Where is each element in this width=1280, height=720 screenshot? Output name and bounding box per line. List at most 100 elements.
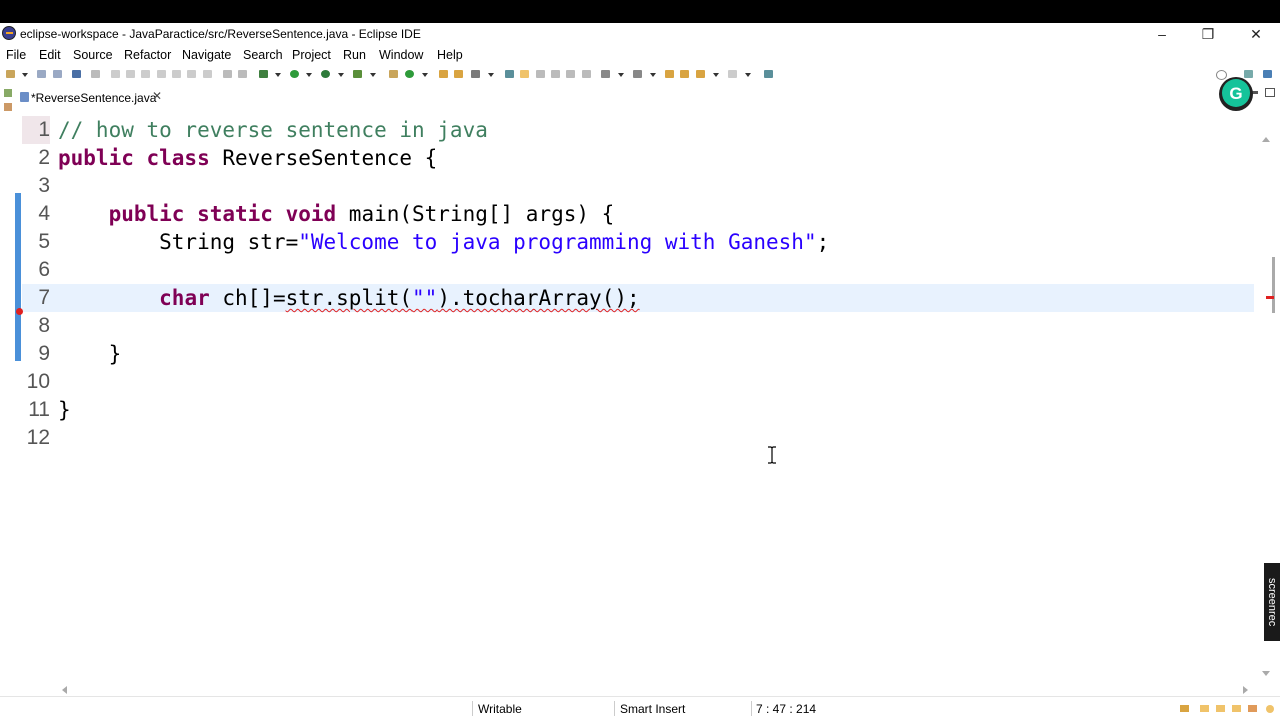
code-line[interactable]: 9 } bbox=[22, 340, 1254, 368]
back-nav-icon[interactable] bbox=[696, 70, 705, 78]
new-java-project-icon[interactable] bbox=[389, 70, 398, 78]
code-line[interactable]: 10 bbox=[22, 368, 1254, 396]
show-whitespace-icon[interactable] bbox=[566, 70, 575, 78]
tray-icon[interactable] bbox=[1232, 705, 1241, 712]
code-line[interactable]: 8 bbox=[22, 312, 1254, 340]
drop-to-frame-icon[interactable] bbox=[223, 70, 232, 78]
menu-search[interactable]: Search bbox=[243, 48, 283, 62]
back-dropdown-icon[interactable] bbox=[713, 73, 719, 77]
maximize-editor-icon[interactable] bbox=[1265, 88, 1275, 97]
tray-icon[interactable] bbox=[1248, 705, 1257, 712]
code-line[interactable]: 7 char ch[]=str.split("").tocharArray(); bbox=[22, 284, 1254, 312]
new-dropdown-icon[interactable] bbox=[22, 73, 28, 77]
disconnect-icon[interactable] bbox=[157, 70, 166, 78]
block-selection-icon[interactable] bbox=[536, 70, 545, 78]
pin-editor-icon[interactable] bbox=[764, 70, 773, 78]
code-token: ; bbox=[816, 230, 830, 254]
code-line[interactable]: 1 // how to reverse sentence in java bbox=[22, 116, 1254, 144]
forward-icon[interactable] bbox=[728, 70, 737, 78]
tray-icon[interactable] bbox=[1216, 705, 1225, 712]
minimize-button[interactable]: – bbox=[1139, 23, 1185, 45]
search-tool-icon[interactable] bbox=[471, 70, 480, 78]
save-all-icon[interactable] bbox=[53, 70, 62, 78]
menu-project[interactable]: Project bbox=[292, 48, 331, 62]
tray-icon[interactable] bbox=[1200, 705, 1209, 712]
debug-icon[interactable] bbox=[259, 70, 268, 78]
run-dropdown-icon[interactable] bbox=[306, 73, 312, 77]
error-overview-marker[interactable] bbox=[1266, 296, 1274, 299]
eclipse-logo-icon bbox=[2, 26, 16, 40]
word-wrap-icon[interactable] bbox=[551, 70, 560, 78]
open-type-icon[interactable] bbox=[439, 70, 448, 78]
forward-dropdown-icon[interactable] bbox=[745, 73, 751, 77]
new-icon[interactable] bbox=[6, 70, 15, 78]
step-into-icon[interactable] bbox=[172, 70, 181, 78]
previous-annotation-dropdown-icon[interactable] bbox=[650, 73, 656, 77]
java-perspective-icon[interactable] bbox=[1263, 70, 1272, 78]
code-line[interactable]: 4 public static void main(String[] args)… bbox=[22, 200, 1254, 228]
code-line[interactable]: 12 bbox=[22, 424, 1254, 452]
last-edit-location-icon[interactable] bbox=[665, 70, 674, 78]
tab-reverse-sentence[interactable]: *ReverseSentence.java ✕ bbox=[16, 87, 164, 109]
scroll-left-icon[interactable] bbox=[62, 686, 67, 694]
menu-navigate[interactable]: Navigate bbox=[182, 48, 231, 62]
coverage-dropdown-icon[interactable] bbox=[338, 73, 344, 77]
open-task-icon[interactable] bbox=[454, 70, 463, 78]
code-line[interactable]: 6 bbox=[22, 256, 1254, 284]
terminate-icon[interactable] bbox=[141, 70, 150, 78]
next-annotation-icon[interactable] bbox=[601, 70, 610, 78]
save-icon[interactable] bbox=[37, 70, 46, 78]
grammarly-button[interactable]: G bbox=[1216, 76, 1256, 112]
close-window-button[interactable]: ✕ bbox=[1233, 23, 1279, 45]
use-step-filters-icon[interactable] bbox=[238, 70, 247, 78]
next-annotation-dropdown-icon[interactable] bbox=[618, 73, 624, 77]
debug-dropdown-icon[interactable] bbox=[275, 73, 281, 77]
title-bar: eclipse-workspace - JavaParactice/src/Re… bbox=[0, 23, 1280, 45]
tray-icon[interactable] bbox=[1180, 705, 1189, 712]
back-icon[interactable] bbox=[680, 70, 689, 78]
menu-window[interactable]: Window bbox=[379, 48, 423, 62]
tip-icon[interactable] bbox=[1266, 705, 1274, 713]
menu-help[interactable]: Help bbox=[437, 48, 463, 62]
terminal-icon[interactable] bbox=[72, 70, 81, 78]
menu-refactor[interactable]: Refactor bbox=[124, 48, 171, 62]
fold-marker-icon[interactable] bbox=[23, 191, 35, 201]
insert-mode-status[interactable]: Smart Insert bbox=[620, 702, 685, 716]
screenrec-tab[interactable]: screenrec bbox=[1264, 563, 1280, 641]
window-title: eclipse-workspace - JavaParactice/src/Re… bbox=[20, 27, 421, 41]
code-line[interactable]: 2 public class ReverseSentence { bbox=[22, 144, 1254, 172]
code-editor[interactable]: 1 // how to reverse sentence in java 2 publ… bbox=[16, 107, 1254, 685]
error-marker-icon[interactable] bbox=[16, 308, 23, 315]
vertical-scroll-thumb[interactable] bbox=[1272, 257, 1275, 313]
code-line[interactable]: 5 String str="Welcome to java programmin… bbox=[22, 228, 1254, 256]
menu-source[interactable]: Source bbox=[73, 48, 113, 62]
restore-button[interactable]: ❐ bbox=[1185, 23, 1231, 45]
code-line[interactable]: 11} bbox=[22, 396, 1254, 424]
resume-icon[interactable] bbox=[111, 70, 120, 78]
code-line[interactable]: 3 bbox=[22, 172, 1254, 200]
suspend-icon[interactable] bbox=[126, 70, 135, 78]
scroll-down-icon[interactable] bbox=[1262, 671, 1270, 676]
search-dropdown-icon[interactable] bbox=[488, 73, 494, 77]
coverage-icon[interactable] bbox=[321, 70, 330, 78]
mark-occurrences-icon[interactable] bbox=[520, 70, 529, 78]
new-java-class-icon[interactable] bbox=[405, 70, 414, 78]
show-pilcrow-icon[interactable] bbox=[582, 70, 591, 78]
menu-file[interactable]: File bbox=[6, 48, 26, 62]
scroll-up-icon[interactable] bbox=[1262, 137, 1270, 142]
external-tools-icon[interactable] bbox=[353, 70, 362, 78]
menu-run[interactable]: Run bbox=[343, 48, 366, 62]
scroll-right-icon[interactable] bbox=[1243, 686, 1248, 694]
step-over-icon[interactable] bbox=[187, 70, 196, 78]
step-return-icon[interactable] bbox=[203, 70, 212, 78]
line-number: 11 bbox=[28, 398, 50, 421]
menu-edit[interactable]: Edit bbox=[39, 48, 61, 62]
external-tools-dropdown-icon[interactable] bbox=[370, 73, 376, 77]
previous-annotation-icon[interactable] bbox=[633, 70, 642, 78]
tab-close-button[interactable]: ✕ bbox=[152, 89, 162, 103]
run-icon[interactable] bbox=[290, 70, 299, 78]
new-class-dropdown-icon[interactable] bbox=[422, 73, 428, 77]
toggle-breadcrumb-icon[interactable] bbox=[505, 70, 514, 78]
skip-breakpoints-icon[interactable] bbox=[91, 70, 100, 78]
tab-label: *ReverseSentence.java bbox=[31, 91, 157, 105]
